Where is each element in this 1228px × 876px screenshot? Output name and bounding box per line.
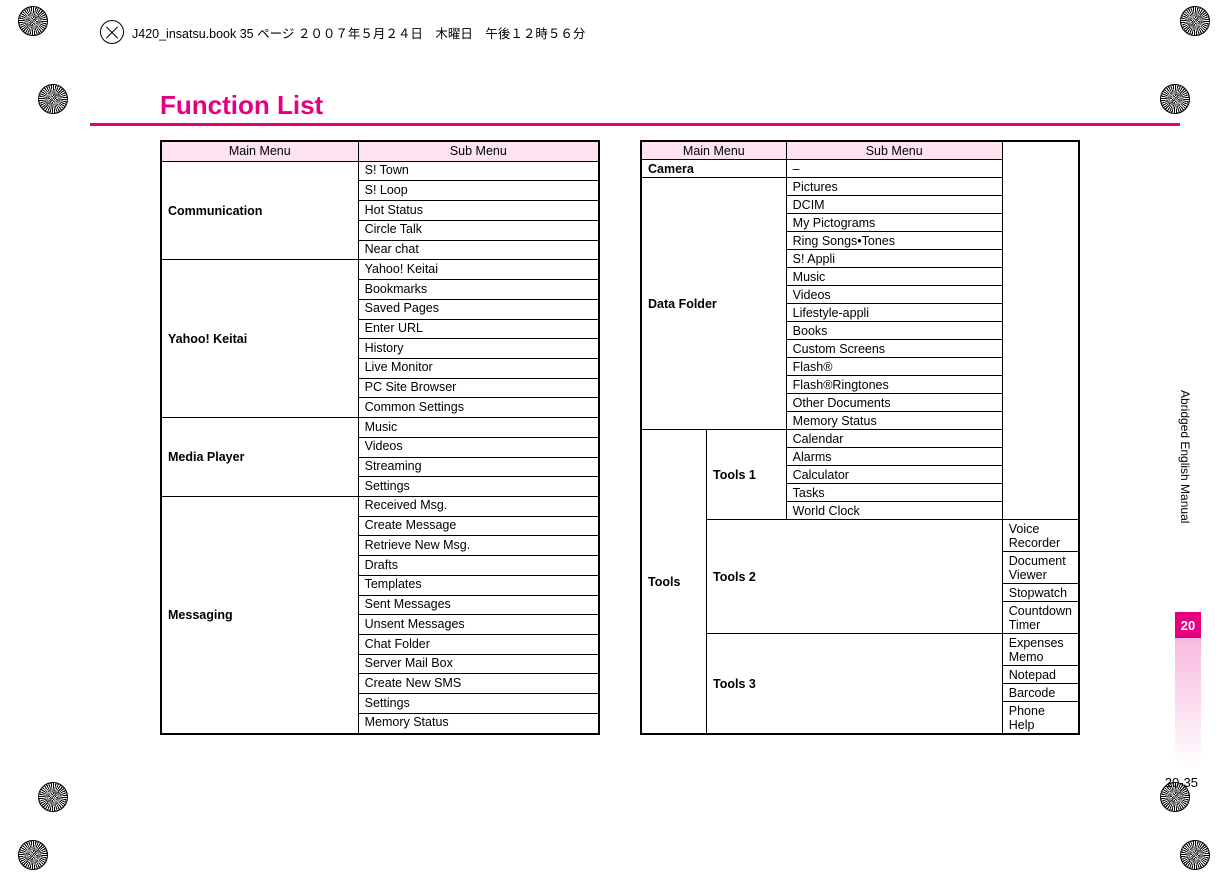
sub-menu-cell: Retrieve New Msg. bbox=[358, 536, 599, 556]
sub-menu-cell: Voice Recorder bbox=[1002, 520, 1079, 552]
sub-menu-cell: Countdown Timer bbox=[1002, 602, 1079, 634]
sub-menu-cell: Pictures bbox=[786, 178, 1002, 196]
sub-menu-cell: Barcode bbox=[1002, 684, 1079, 702]
table-row: ToolsTools 1Calendar bbox=[641, 430, 1079, 448]
sub-menu-cell: Videos bbox=[786, 286, 1002, 304]
sub-menu-cell: Settings bbox=[358, 694, 599, 714]
sub-menu-cell: Circle Talk bbox=[358, 220, 599, 240]
table-row: Yahoo! KeitaiYahoo! Keitai bbox=[161, 260, 599, 280]
section-title-bar: Function List bbox=[90, 90, 1180, 126]
function-table-right: Main Menu Sub Menu Camera–Data FolderPic… bbox=[640, 140, 1080, 735]
sub-menu-cell: Settings bbox=[358, 477, 599, 497]
tools-group-cell: Tools 2 bbox=[707, 520, 1003, 634]
doc-header: J420_insatsu.book 35 ページ ２００７年５月２４日 木曜日 … bbox=[100, 20, 585, 44]
sub-menu-cell: Hot Status bbox=[358, 201, 599, 221]
page-number: 20-35 bbox=[1165, 775, 1198, 790]
sub-menu-cell: PC Site Browser bbox=[358, 378, 599, 398]
sub-menu-cell: Yahoo! Keitai bbox=[358, 260, 599, 280]
sub-menu-cell: Custom Screens bbox=[786, 340, 1002, 358]
sub-menu-cell: Flash® bbox=[786, 358, 1002, 376]
table-row: Media PlayerMusic bbox=[161, 418, 599, 438]
sub-menu-cell: Received Msg. bbox=[358, 496, 599, 516]
sub-menu-cell: Music bbox=[786, 268, 1002, 286]
col-main: Main Menu bbox=[161, 141, 358, 161]
sub-menu-cell: Expenses Memo bbox=[1002, 634, 1079, 666]
chapter-badge: 20 bbox=[1175, 612, 1201, 638]
sub-menu-cell: Alarms bbox=[786, 448, 1002, 466]
main-menu-cell: Tools bbox=[641, 430, 707, 735]
function-table-left: Main Menu Sub Menu CommunicationS! TownS… bbox=[160, 140, 600, 735]
sub-menu-cell: Tasks bbox=[786, 484, 1002, 502]
table-header-row: Main Menu Sub Menu bbox=[641, 141, 1079, 160]
sub-menu-cell: Sent Messages bbox=[358, 595, 599, 615]
sub-menu-cell: – bbox=[786, 160, 1002, 178]
sidebar-text: Abridged English Manual bbox=[1178, 390, 1192, 523]
sub-menu-cell: Stopwatch bbox=[1002, 584, 1079, 602]
main-menu-cell: Camera bbox=[641, 160, 786, 178]
section-title: Function List bbox=[90, 90, 323, 120]
col-sub: Sub Menu bbox=[786, 141, 1002, 160]
sub-menu-cell: Drafts bbox=[358, 556, 599, 576]
sub-menu-cell: My Pictograms bbox=[786, 214, 1002, 232]
table-row: Camera– bbox=[641, 160, 1079, 178]
table-row: Data FolderPictures bbox=[641, 178, 1079, 196]
sub-menu-cell: Videos bbox=[358, 437, 599, 457]
sub-menu-cell: Server Mail Box bbox=[358, 654, 599, 674]
sub-menu-cell: Other Documents bbox=[786, 394, 1002, 412]
sub-menu-cell: Notepad bbox=[1002, 666, 1079, 684]
sub-menu-cell: History bbox=[358, 339, 599, 359]
sub-menu-cell: Unsent Messages bbox=[358, 615, 599, 635]
sub-menu-cell: Saved Pages bbox=[358, 299, 599, 319]
sub-menu-cell: Flash®Ringtones bbox=[786, 376, 1002, 394]
sub-menu-cell: S! Loop bbox=[358, 181, 599, 201]
tools-group-cell: Tools 3 bbox=[707, 634, 1003, 735]
main-menu-cell: Communication bbox=[161, 161, 358, 260]
sub-menu-cell: Calculator bbox=[786, 466, 1002, 484]
sub-menu-cell: Streaming bbox=[358, 457, 599, 477]
table-row: Tools 2Voice Recorder bbox=[641, 520, 1079, 552]
sub-menu-cell: World Clock bbox=[786, 502, 1002, 520]
sub-menu-cell: DCIM bbox=[786, 196, 1002, 214]
sub-menu-cell: Common Settings bbox=[358, 398, 599, 418]
sub-menu-cell: Templates bbox=[358, 575, 599, 595]
sub-menu-cell: Calendar bbox=[786, 430, 1002, 448]
sub-menu-cell: S! Town bbox=[358, 161, 599, 181]
sub-menu-cell: Phone Help bbox=[1002, 702, 1079, 735]
sub-menu-cell: Ring Songs•Tones bbox=[786, 232, 1002, 250]
table-header-row: Main Menu Sub Menu bbox=[161, 141, 599, 161]
sub-menu-cell: Memory Status bbox=[358, 713, 599, 734]
sub-menu-cell: Document Viewer bbox=[1002, 552, 1079, 584]
sub-menu-cell: Create New SMS bbox=[358, 674, 599, 694]
sub-menu-cell: Live Monitor bbox=[358, 358, 599, 378]
main-menu-cell: Messaging bbox=[161, 496, 358, 734]
sub-menu-cell: Lifestyle-appli bbox=[786, 304, 1002, 322]
table-row: MessagingReceived Msg. bbox=[161, 496, 599, 516]
col-main: Main Menu bbox=[641, 141, 786, 160]
sub-menu-cell: Enter URL bbox=[358, 319, 599, 339]
sidebar-fade bbox=[1175, 638, 1201, 768]
table-row: CommunicationS! Town bbox=[161, 161, 599, 181]
sub-menu-cell: Memory Status bbox=[786, 412, 1002, 430]
tools-group-cell: Tools 1 bbox=[707, 430, 787, 520]
main-menu-cell: Data Folder bbox=[641, 178, 786, 430]
sub-menu-cell: Create Message bbox=[358, 516, 599, 536]
sub-menu-cell: Books bbox=[786, 322, 1002, 340]
header-mark-icon bbox=[100, 20, 124, 44]
main-menu-cell: Media Player bbox=[161, 418, 358, 497]
sub-menu-cell: Music bbox=[358, 418, 599, 438]
chapter-number: 20 bbox=[1181, 618, 1195, 633]
sub-menu-cell: Near chat bbox=[358, 240, 599, 260]
sub-menu-cell: Chat Folder bbox=[358, 635, 599, 655]
col-sub: Sub Menu bbox=[358, 141, 599, 161]
sub-menu-cell: S! Appli bbox=[786, 250, 1002, 268]
sub-menu-cell: Bookmarks bbox=[358, 280, 599, 300]
header-text: J420_insatsu.book 35 ページ ２００７年５月２４日 木曜日 … bbox=[132, 23, 585, 42]
table-row: Tools 3Expenses Memo bbox=[641, 634, 1079, 666]
main-menu-cell: Yahoo! Keitai bbox=[161, 260, 358, 418]
